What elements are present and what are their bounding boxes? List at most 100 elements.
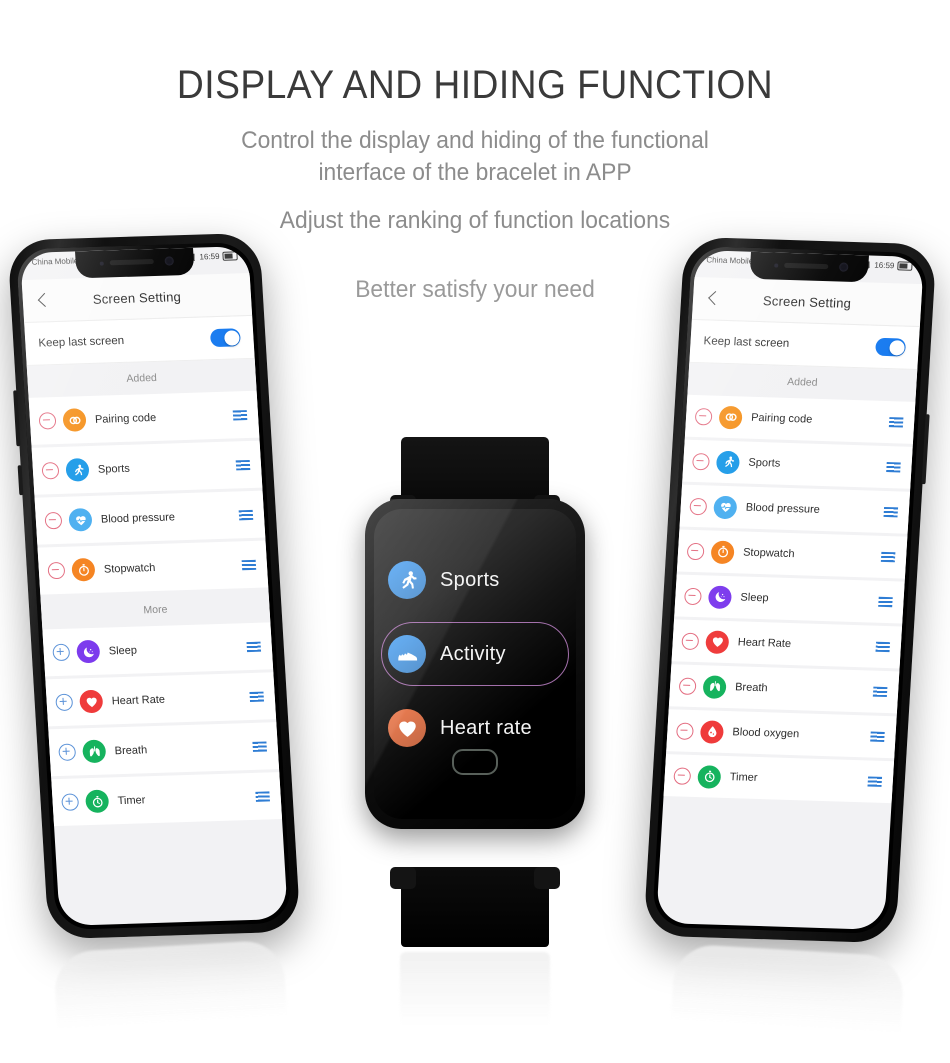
remove-item-icon[interactable] <box>673 766 692 785</box>
function-list-item[interactable]: Heart Rate <box>671 619 903 669</box>
remove-item-icon[interactable] <box>47 561 66 580</box>
reflection-center <box>400 952 550 1057</box>
watch-screen: Sports Activity Heart rate <box>374 509 576 819</box>
keep-last-screen-toggle[interactable] <box>875 337 907 357</box>
add-item-icon[interactable] <box>58 743 77 761</box>
function-list-item[interactable]: Sports <box>682 439 913 489</box>
drag-handle-icon[interactable] <box>886 462 901 473</box>
reflection-right <box>668 943 906 1063</box>
heart-icon <box>705 629 730 654</box>
function-list-item-label: Blood pressure <box>745 501 821 516</box>
drag-handle-icon[interactable] <box>241 559 257 570</box>
drag-handle-icon[interactable] <box>878 596 893 608</box>
function-list-item[interactable]: Sleep <box>674 574 905 624</box>
remove-item-icon[interactable] <box>681 632 700 650</box>
add-item-icon[interactable] <box>55 693 74 712</box>
remove-item-icon[interactable] <box>694 407 713 426</box>
pairing-code-icon <box>62 408 87 432</box>
remove-item-icon[interactable] <box>41 461 60 480</box>
phone-left-volume-button[interactable] <box>13 390 21 447</box>
function-list-item[interactable]: Blood pressure <box>679 484 911 534</box>
watch-menu-item-label: Heart rate <box>440 716 532 739</box>
watch-lug-bottom-left <box>390 867 416 889</box>
keep-last-screen-label: Keep last screen <box>703 335 790 350</box>
remove-item-icon[interactable] <box>678 677 697 695</box>
drag-handle-icon[interactable] <box>867 776 883 787</box>
screen-title-right: Screen Setting <box>762 292 852 311</box>
function-list-item-label: Heart Rate <box>737 636 792 651</box>
home-button-icon[interactable] <box>452 749 498 775</box>
reflection-left <box>52 939 290 1063</box>
function-list-item[interactable]: Breath <box>668 664 900 714</box>
function-list-item[interactable]: Blood oxygen <box>666 709 897 759</box>
drag-handle-icon[interactable] <box>249 691 265 702</box>
watch-menu-item[interactable]: Sports <box>388 561 562 599</box>
back-chevron-icon[interactable] <box>707 292 721 305</box>
drag-handle-icon[interactable] <box>888 417 904 428</box>
moon-icon <box>707 584 733 609</box>
drag-handle-icon[interactable] <box>255 790 270 802</box>
remove-item-icon[interactable] <box>683 587 702 605</box>
function-list-item-label: Timer <box>729 771 758 784</box>
phone-left-screen: China Mobile 16:59 Screen Setting Keep l… <box>20 246 288 926</box>
keep-last-screen-row-right[interactable]: Keep last screen <box>689 319 920 370</box>
keep-last-screen-row-left[interactable]: Keep last screen <box>24 315 255 366</box>
drag-handle-icon[interactable] <box>883 506 899 518</box>
remove-item-icon[interactable] <box>691 452 710 470</box>
function-list-item-label: Blood oxygen <box>732 726 800 741</box>
function-list-item-label: Pairing code <box>750 411 813 426</box>
function-list-item[interactable]: Pairing code <box>28 390 260 445</box>
smartwatch: Sports Activity Heart rate <box>320 437 630 947</box>
screen-title-left: Screen Setting <box>92 288 182 307</box>
hero-subtitle-line1: Control the display and hiding of the fu… <box>241 127 709 154</box>
remove-item-icon[interactable] <box>44 511 63 530</box>
drag-handle-icon[interactable] <box>872 686 888 698</box>
phone-right-power-button[interactable] <box>921 414 930 485</box>
function-list-item[interactable]: Heart Rate <box>45 672 277 727</box>
notch-left <box>75 247 195 279</box>
remove-item-icon[interactable] <box>38 412 57 430</box>
drag-handle-icon[interactable] <box>232 409 248 420</box>
function-list-item[interactable]: Stopwatch <box>37 540 269 595</box>
function-list-item[interactable]: Pairing code <box>684 394 916 444</box>
function-list-item[interactable]: Sleep <box>42 622 274 677</box>
function-list-item[interactable]: Stopwatch <box>676 529 908 579</box>
drag-handle-icon[interactable] <box>252 740 267 752</box>
drag-handle-icon[interactable] <box>880 551 896 563</box>
toggle-knob <box>888 339 905 356</box>
watch-menu-item[interactable]: Activity <box>388 635 562 673</box>
keep-last-screen-label: Keep last screen <box>38 334 125 350</box>
clock-label: 16:59 <box>874 260 895 271</box>
remove-item-icon[interactable] <box>686 542 705 560</box>
watch-case: Sports Activity Heart rate <box>365 499 585 829</box>
function-list-right: Added Pairing code Sports Blood pressure Sto… <box>663 362 918 804</box>
remove-item-icon[interactable] <box>675 721 694 740</box>
remove-item-icon[interactable] <box>689 497 708 515</box>
drag-handle-icon[interactable] <box>875 641 891 653</box>
watch-menu-item[interactable]: Heart rate <box>388 709 562 747</box>
function-list-item-label: Pairing code <box>94 411 157 426</box>
promo-banner: DISPLAY AND HIDING FUNCTION Control the … <box>0 0 950 1063</box>
drag-handle-icon[interactable] <box>246 641 262 652</box>
add-item-icon[interactable] <box>61 793 80 811</box>
keep-last-screen-toggle[interactable] <box>209 328 241 348</box>
back-chevron-icon[interactable] <box>36 294 50 307</box>
drag-handle-icon[interactable] <box>870 731 885 742</box>
running-icon <box>715 450 741 474</box>
battery-icon <box>897 261 913 271</box>
phone-left-silent-switch[interactable] <box>17 465 24 496</box>
add-item-icon[interactable] <box>52 643 71 662</box>
page-title: DISPLAY AND HIDING FUNCTION <box>176 63 774 107</box>
watch-menu-item-label: Sports <box>440 568 500 591</box>
timer-icon <box>84 789 110 814</box>
function-list-item[interactable]: Timer <box>663 754 895 804</box>
function-list-item[interactable]: Breath <box>48 722 280 777</box>
front-camera-icon <box>838 262 849 272</box>
drag-handle-icon[interactable] <box>235 459 251 470</box>
proximity-sensor-icon <box>99 261 104 266</box>
drag-handle-icon[interactable] <box>238 509 254 520</box>
battery-icon <box>222 251 238 261</box>
function-list-item[interactable]: Blood pressure <box>34 490 266 545</box>
function-list-item[interactable]: Timer <box>51 772 283 827</box>
function-list-item[interactable]: Sports <box>31 440 263 495</box>
